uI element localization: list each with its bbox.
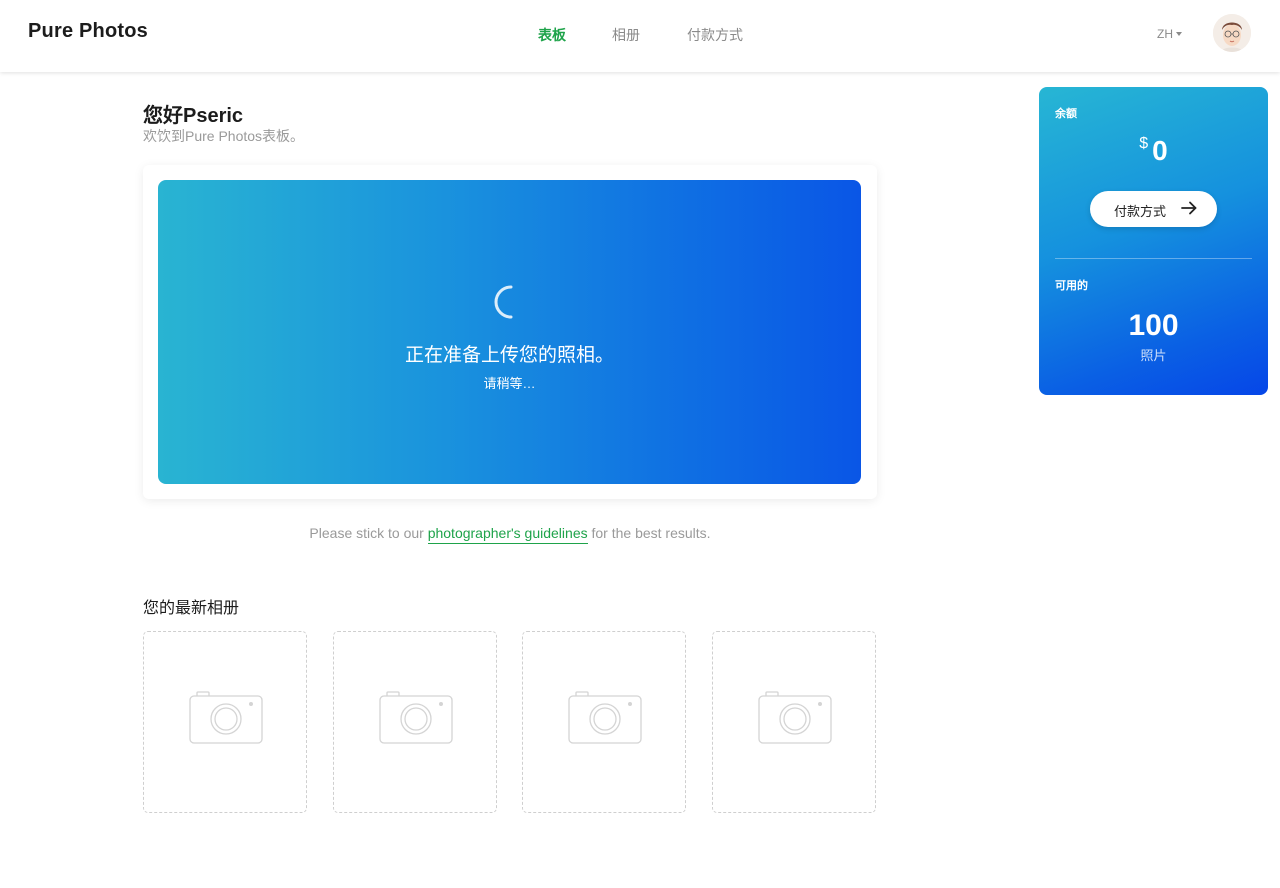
camera-icon <box>758 691 832 744</box>
nav-item-albums[interactable]: 相册 <box>612 25 640 45</box>
top-header: Pure Photos 表板 相册 付款方式 ZH <box>0 0 1280 72</box>
guidelines-link[interactable]: photographer's guidelines <box>427 525 588 544</box>
currency-symbol: $ <box>1139 135 1149 152</box>
arrow-right-icon <box>1181 201 1197 215</box>
available-label: 可用的 <box>1055 280 1088 292</box>
language-selector[interactable]: ZH <box>1157 27 1182 41</box>
camera-icon <box>568 691 642 744</box>
guideline-after: for the best results. <box>587 525 711 541</box>
account-summary-panel: 余额 $0 付款方式 可用的 100 照片 <box>1039 87 1268 395</box>
guideline-before: Please stick to our <box>309 525 428 541</box>
album-placeholder[interactable] <box>333 631 497 813</box>
balance-label: 余额 <box>1055 108 1077 120</box>
greeting-title: 您好Pseric <box>143 105 244 127</box>
album-placeholder[interactable] <box>143 631 307 813</box>
upload-status-title: 正在准备上传您的照相。 <box>404 345 614 366</box>
avatar-illustration-icon <box>1213 14 1251 52</box>
upload-dropzone[interactable]: 正在准备上传您的照相。 请稍等… <box>158 180 861 484</box>
balance-amount: $0 <box>1039 135 1268 167</box>
available-count: 100 <box>1128 309 1179 342</box>
avatar[interactable] <box>1213 14 1251 52</box>
nav-item-dashboard[interactable]: 表板 <box>538 25 566 45</box>
loading-spinner-icon <box>494 285 513 319</box>
camera-icon <box>379 691 453 744</box>
payment-button-label: 付款方式 <box>1114 204 1167 219</box>
guideline-text: Please stick to our photographer's guide… <box>143 525 877 544</box>
album-placeholder[interactable] <box>522 631 686 813</box>
greeting-subtitle: 欢饮到Pure Photos表板。 <box>143 128 305 144</box>
panel-divider <box>1055 258 1252 259</box>
chevron-down-icon <box>1176 32 1182 36</box>
album-placeholder[interactable] <box>712 631 876 813</box>
upload-card: 正在准备上传您的照相。 请稍等… <box>143 165 877 499</box>
upload-status-subtitle: 请稍等… <box>483 376 536 391</box>
payment-method-button[interactable]: 付款方式 <box>1090 191 1217 227</box>
available-unit: 照片 <box>1140 348 1167 363</box>
main-nav: 表板 相册 付款方式 <box>0 25 1280 45</box>
nav-item-payment[interactable]: 付款方式 <box>687 25 743 45</box>
language-label: ZH <box>1157 27 1173 41</box>
camera-icon <box>189 691 263 744</box>
balance-value: 0 <box>1152 135 1168 166</box>
latest-albums-title: 您的最新相册 <box>143 600 240 617</box>
